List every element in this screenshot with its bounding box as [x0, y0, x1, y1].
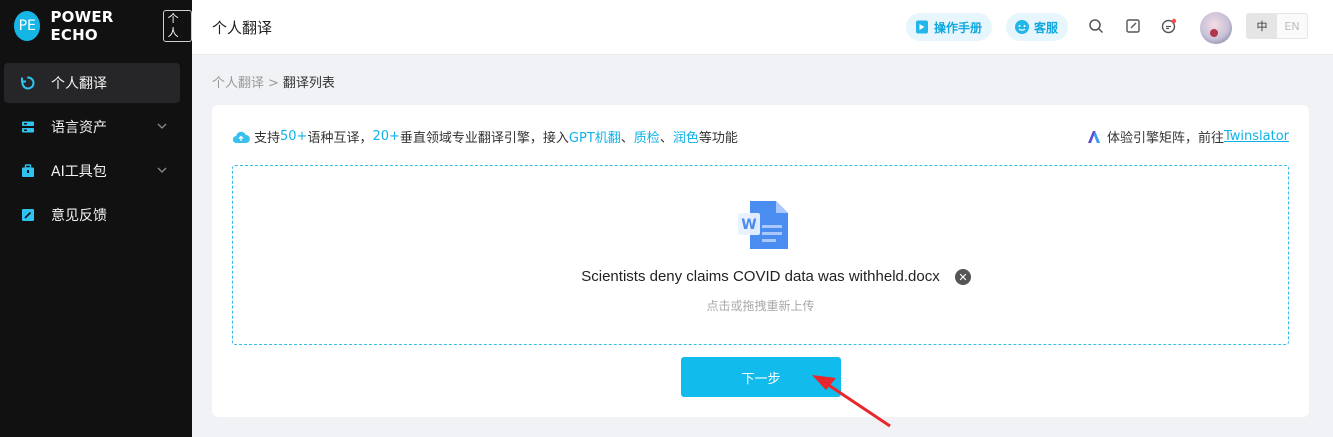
breadcrumb-parent[interactable]: 个人翻译	[212, 76, 264, 91]
sidebar-item-label: 语言资产	[51, 120, 107, 136]
manual-button[interactable]: 操作手册	[906, 13, 993, 41]
edit-note-icon[interactable]	[1124, 17, 1142, 35]
upload-dropzone[interactable]: W Scientists deny claims COVID data was …	[232, 165, 1289, 345]
info-text: 、	[659, 131, 673, 146]
customer-service-icon	[1015, 20, 1029, 34]
manual-icon	[916, 20, 928, 34]
word-document-icon: W	[738, 201, 788, 249]
top-header: 个人翻译 操作手册 客服 中 EN	[192, 0, 1333, 55]
twinslator-link[interactable]: Twinslator	[1224, 129, 1289, 144]
manual-label: 操作手册	[934, 20, 983, 35]
breadcrumb-current: 翻译列表	[282, 76, 335, 91]
sidebar-item-label: 意见反馈	[51, 208, 107, 224]
info-text: 支持	[254, 131, 281, 146]
message-icon[interactable]	[1160, 17, 1178, 35]
info-highlight: GPT机翻	[568, 131, 621, 146]
info-highlight: 20+	[372, 129, 400, 144]
sidebar-nav: 个人翻译 语言资产 AI工具包 意见反馈	[0, 63, 192, 239]
info-text: 垂直领域专业翻译引擎，接入	[399, 131, 569, 146]
refresh-icon	[21, 76, 35, 90]
info-text: 语种互译，	[307, 131, 373, 146]
page-title: 个人翻译	[212, 19, 273, 37]
customer-service-button[interactable]: 客服	[1006, 13, 1069, 41]
cloud-upload-icon	[232, 131, 250, 143]
sidebar-item-ai-toolkit[interactable]: AI工具包	[4, 151, 180, 191]
sidebar-item-label: 个人翻译	[51, 76, 107, 92]
lang-zh-button[interactable]: 中	[1247, 14, 1277, 38]
sidebar: PE POWER ECHO 个人 个人翻译 语言资产 AI工具包 意见反馈	[0, 0, 192, 437]
logo-badge: PE	[14, 11, 41, 41]
info-highlight: 50+	[280, 129, 308, 144]
database-icon	[21, 120, 35, 134]
feature-info: 支持 50+ 语种互译， 20+ 垂直领域专业翻译引擎，接入 GPT机翻、质检、润色 等功能	[232, 127, 738, 146]
lang-en-button[interactable]: EN	[1277, 14, 1307, 38]
info-text: 、	[620, 131, 634, 146]
info-highlight: 润色	[672, 131, 699, 146]
chevron-down-icon	[157, 167, 167, 173]
info-text: 等功能	[698, 131, 738, 146]
breadcrumb-separator: >	[268, 76, 279, 91]
engine-matrix-text: 体验引擎矩阵，前往	[1106, 131, 1224, 146]
engine-matrix-info: 体验引擎矩阵，前往 Twinslator	[1087, 127, 1289, 146]
info-highlight: 质检	[633, 131, 660, 146]
customer-service-label: 客服	[1034, 20, 1059, 35]
sidebar-item-feedback[interactable]: 意见反馈	[4, 195, 180, 235]
svg-text:W: W	[741, 217, 756, 233]
uploaded-file-name: Scientists deny claims COVID data was wi…	[581, 268, 940, 285]
language-switch: 中 EN	[1246, 13, 1308, 39]
search-icon[interactable]	[1087, 17, 1105, 35]
toolbox-icon	[21, 164, 35, 178]
next-step-button[interactable]: 下一步	[681, 357, 841, 397]
sidebar-item-personal-translation[interactable]: 个人翻译	[4, 63, 180, 103]
chevron-down-icon	[157, 123, 167, 129]
remove-file-icon[interactable]: ✕	[955, 269, 971, 285]
sidebar-item-label: AI工具包	[51, 164, 107, 180]
translation-card: 支持 50+ 语种互译， 20+ 垂直领域专业翻译引擎，接入 GPT机翻、质检、润色 等功能…	[212, 105, 1309, 417]
breadcrumb: 个人翻译 > 翻译列表	[212, 72, 335, 91]
reupload-hint: 点击或拖拽重新上传	[706, 299, 815, 313]
account-type-badge: 个人	[162, 10, 192, 42]
sidebar-item-language-assets[interactable]: 语言资产	[4, 107, 180, 147]
ai-logo-icon	[1087, 130, 1100, 143]
logo[interactable]: PE POWER ECHO 个人	[14, 8, 192, 44]
edit-icon	[21, 208, 35, 222]
avatar[interactable]	[1200, 12, 1232, 44]
brand-name: POWER ECHO	[50, 8, 114, 44]
